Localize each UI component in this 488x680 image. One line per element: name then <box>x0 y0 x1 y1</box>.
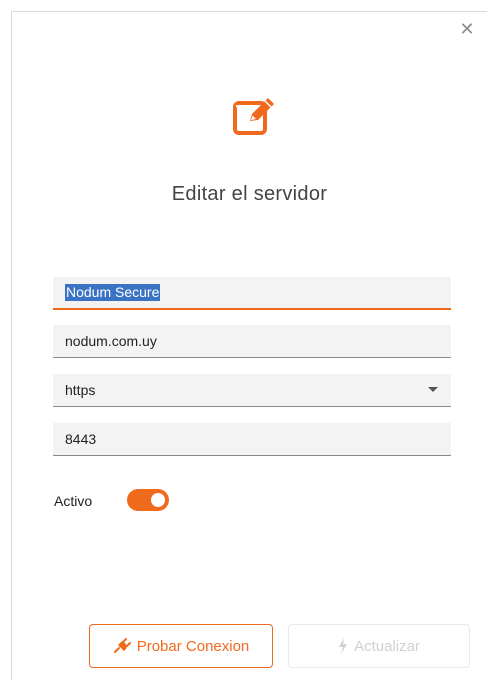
server-name-field[interactable]: Nodum Secure <box>53 277 451 310</box>
edit-server-dialog: ✕ Editar el servidor Nodum Secure nodum.… <box>11 11 487 680</box>
edit-icon <box>230 90 278 138</box>
protocol-select[interactable]: https <box>53 374 451 407</box>
host-field[interactable]: nodum.com.uy <box>53 325 451 358</box>
chevron-down-icon[interactable] <box>428 387 438 392</box>
active-label: Activo <box>54 493 93 509</box>
host-value[interactable]: nodum.com.uy <box>65 333 157 349</box>
toggle-knob <box>151 493 165 507</box>
protocol-value[interactable]: https <box>65 382 95 398</box>
dialog-title: Editar el servidor <box>171 183 328 205</box>
port-field[interactable]: 8443 <box>53 423 451 456</box>
plug-icon <box>113 638 131 654</box>
bolt-icon <box>338 638 348 654</box>
active-toggle[interactable] <box>127 489 169 511</box>
update-button: Actualizar <box>288 624 470 668</box>
port-value[interactable]: 8443 <box>65 431 96 447</box>
close-icon[interactable]: ✕ <box>459 20 475 38</box>
test-connection-label: Probar Conexion <box>136 637 250 655</box>
update-label: Actualizar <box>354 637 420 655</box>
test-connection-button[interactable]: Probar Conexion <box>89 624 273 668</box>
server-name-value[interactable]: Nodum Secure <box>65 284 161 301</box>
